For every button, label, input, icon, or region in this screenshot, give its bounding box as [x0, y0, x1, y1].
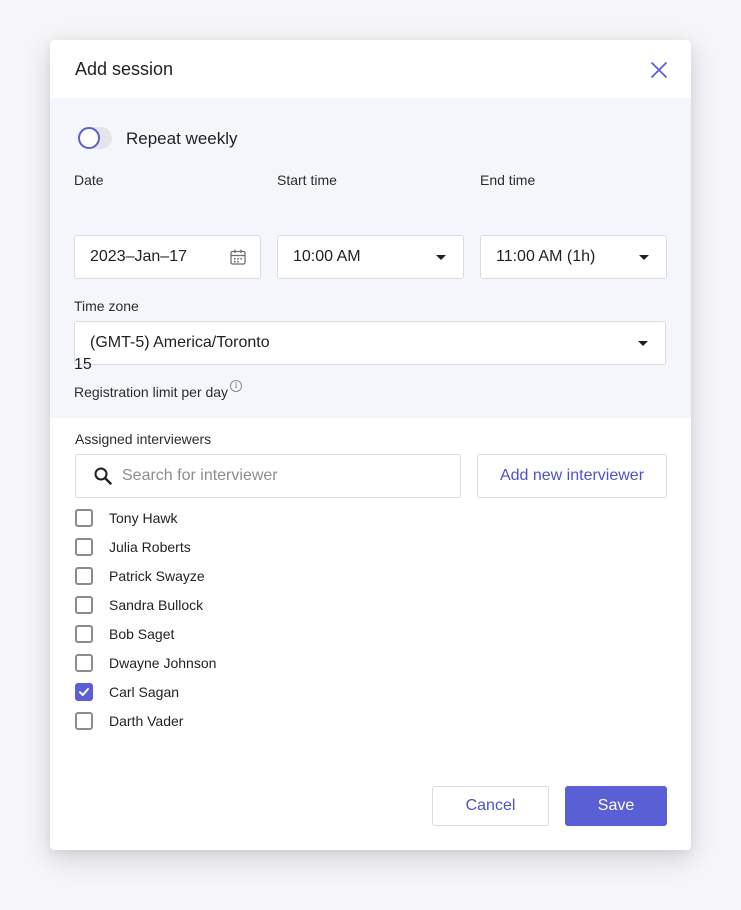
interviewer-item[interactable]: Bob Saget — [75, 619, 475, 648]
session-settings-panel: Repeat weekly Date 2023–Jan–17 Start tim… — [50, 98, 691, 418]
add-session-dialog: Add session Repeat weekly Date 2023–Jan–… — [50, 40, 691, 850]
start-time-label: Start time — [277, 172, 337, 188]
end-time-select[interactable]: 11:00 AM (1h) — [480, 235, 667, 279]
interviewer-name: Darth Vader — [109, 712, 184, 729]
date-value: 2023–Jan–17 — [90, 248, 187, 265]
time-zone-dropdown-button[interactable] — [621, 322, 665, 364]
interviewer-item[interactable]: Darth Vader — [75, 706, 475, 735]
repeat-weekly-toggle[interactable] — [78, 127, 112, 149]
registration-limit-value: 15 — [74, 356, 92, 373]
interviewer-name: Julia Roberts — [109, 538, 191, 555]
cancel-button[interactable]: Cancel — [432, 786, 549, 826]
close-button[interactable] — [646, 57, 672, 83]
interviewer-name: Bob Saget — [109, 625, 175, 642]
toggle-knob — [78, 127, 100, 149]
start-time-dropdown-button[interactable] — [419, 236, 463, 278]
interviewer-item[interactable]: Patrick Swayze — [75, 561, 475, 590]
interviewer-item[interactable]: Tony Hawk — [75, 503, 475, 532]
repeat-weekly-label: Repeat weekly — [126, 129, 238, 148]
interviewer-name: Dwayne Johnson — [109, 654, 217, 671]
caret-down-icon — [436, 254, 446, 260]
dialog-title: Add session — [75, 59, 174, 79]
interviewer-item[interactable]: Dwayne Johnson — [75, 648, 475, 677]
save-button[interactable]: Save — [565, 786, 667, 826]
interviewer-checkbox[interactable] — [75, 624, 93, 643]
assigned-interviewers-label: Assigned interviewers — [75, 431, 212, 447]
start-time-value: 10:00 AM — [293, 248, 361, 265]
interviewer-name: Sandra Bullock — [109, 596, 204, 613]
time-zone-select[interactable]: (GMT-5) America/Toronto — [74, 321, 666, 365]
end-time-value: 11:00 AM (1h) — [496, 248, 596, 265]
time-zone-value: (GMT-5) America/Toronto — [90, 334, 270, 351]
interviewer-search-input[interactable] — [122, 467, 422, 485]
registration-limit-label: Registration limit per day i — [74, 380, 243, 400]
interviewer-name: Patrick Swayze — [109, 567, 205, 584]
time-zone-label: Time zone — [74, 298, 139, 314]
date-label: Date — [74, 172, 104, 188]
search-icon — [94, 467, 112, 485]
interviewer-name: Carl Sagan — [109, 683, 180, 700]
start-time-select[interactable]: 10:00 AM — [277, 235, 464, 279]
add-new-interviewer-button[interactable]: Add new interviewer — [477, 454, 667, 498]
interviewer-checkbox[interactable] — [75, 682, 93, 701]
interviewer-list: Tony Hawk Julia Roberts Patrick Swayze Sand… — [75, 503, 475, 735]
interviewer-checkbox[interactable] — [75, 595, 93, 614]
interviewer-name: Tony Hawk — [109, 509, 178, 526]
caret-down-icon — [639, 254, 649, 260]
calendar-button[interactable] — [216, 236, 260, 278]
dialog-header: Add session — [50, 40, 691, 98]
checkmark-icon — [79, 687, 89, 696]
caret-down-icon — [638, 340, 648, 346]
date-field[interactable]: 2023–Jan–17 — [74, 235, 261, 279]
interviewer-checkbox[interactable] — [75, 653, 93, 672]
calendar-icon — [230, 249, 246, 265]
interviewer-checkbox[interactable] — [75, 566, 93, 585]
interviewer-checkbox[interactable] — [75, 508, 93, 527]
interviewer-checkbox[interactable] — [75, 711, 93, 730]
interviewer-item[interactable]: Julia Roberts — [75, 532, 475, 561]
interviewer-item[interactable]: Sandra Bullock — [75, 590, 475, 619]
registration-limit-text: Registration limit per day — [74, 384, 229, 400]
info-icon[interactable]: i — [230, 380, 243, 392]
close-icon — [651, 62, 667, 78]
interviewer-checkbox[interactable] — [75, 537, 93, 556]
end-time-dropdown-button[interactable] — [622, 236, 666, 278]
interviewer-search-box — [75, 454, 461, 498]
end-time-label: End time — [480, 172, 536, 188]
interviewer-item[interactable]: Carl Sagan — [75, 677, 475, 706]
